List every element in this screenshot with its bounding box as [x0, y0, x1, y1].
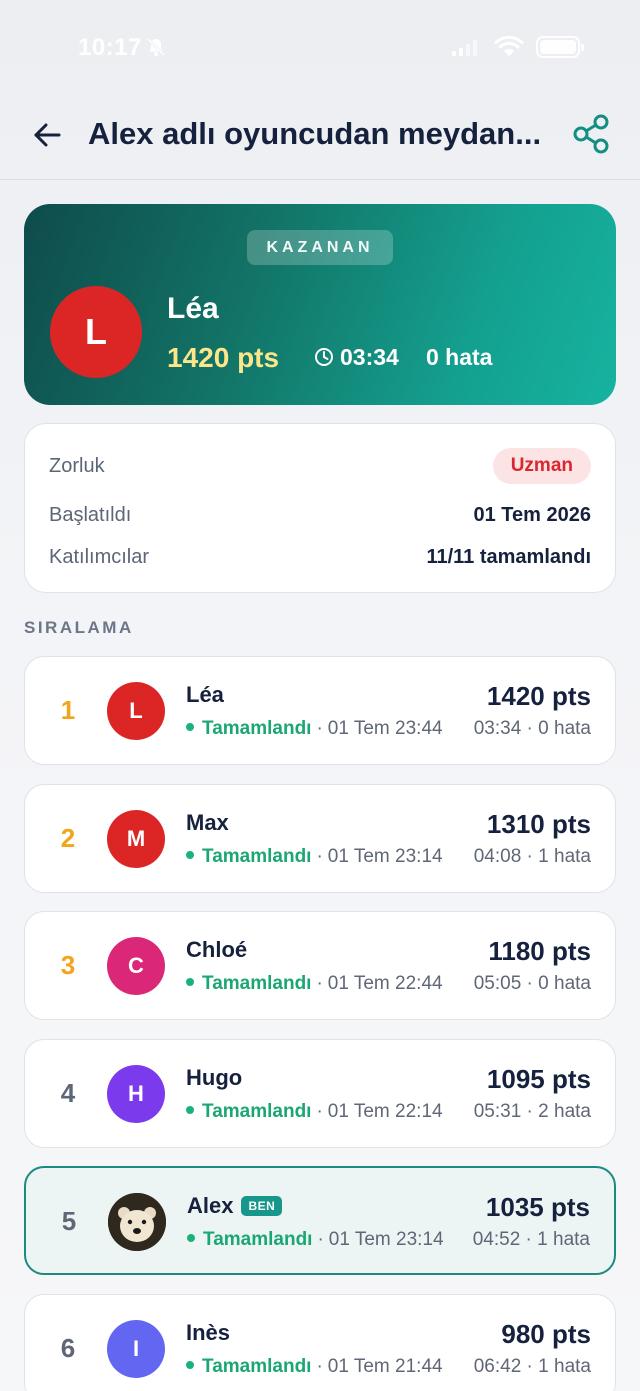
ranking-row[interactable]: 3 C Chloé Tamamlandı · 01 Tem 22:44 1180 p…: [24, 911, 616, 1020]
player-points: 1310 pts: [486, 809, 591, 839]
separator: ·: [316, 1356, 323, 1377]
player-name: Inès: [186, 1320, 231, 1345]
avatar: L: [107, 682, 165, 740]
winner-badge: KAZANAN: [247, 230, 393, 265]
player-points: 1095 pts: [486, 1064, 591, 1094]
player-name: Alex BEN: [187, 1193, 283, 1219]
avatar: M: [107, 810, 165, 868]
status-text: Tamamlandı: [203, 1229, 313, 1250]
started-label: Başlatıldı: [49, 504, 132, 526]
winner-errors: 0 hata: [426, 344, 493, 370]
status-line: Tamamlandı · 01 Tem 22:44: [186, 973, 443, 995]
status-text: Tamamlandı: [202, 718, 312, 739]
separator: ·: [316, 1101, 323, 1122]
completion-date: 01 Tem 23:14: [328, 1229, 444, 1250]
avatar: [108, 1193, 166, 1251]
winner-time: 03:34: [340, 344, 399, 370]
status-dot-icon: [186, 1361, 194, 1369]
rank-number: 5: [61, 1206, 77, 1236]
separator: ·: [316, 973, 323, 994]
difficulty-label: Zorluk: [49, 455, 105, 477]
status-text: Tamamlandı: [202, 973, 312, 994]
ranking-row[interactable]: 4 H Hugo Tamamlandı · 01 Tem 22:14 1095 pt…: [24, 1039, 616, 1148]
time-errors: 05:31 · 2 hata: [473, 1101, 591, 1122]
separator: ·: [316, 718, 323, 739]
ranking-row[interactable]: 1 L Léa Tamamlandı · 01 Tem 23:44 1420 pts…: [24, 656, 616, 765]
winner-avatar: L: [50, 286, 142, 378]
ranking-row-current-user[interactable]: 5 Alex BEN Tamamlandı · 01 Tem 23:14 1035 p…: [24, 1166, 616, 1275]
player-name: Léa: [186, 682, 224, 707]
status-line: Tamamlandı · 01 Tem 23:14: [187, 1229, 444, 1251]
status-dot-icon: [186, 1106, 194, 1114]
winner-name: Léa: [167, 292, 219, 325]
rank-number: 3: [60, 950, 76, 980]
rank-number: 6: [60, 1333, 76, 1363]
status-text: Tamamlandı: [202, 1356, 312, 1377]
wifi-icon: [494, 36, 524, 56]
player-points: 980 pts: [501, 1319, 591, 1349]
participants-label: Katılımcılar: [49, 546, 150, 568]
nav-bar: Alex adlı oyuncudan meydan...: [0, 100, 640, 180]
status-line: Tamamlandı · 01 Tem 22:14: [186, 1101, 443, 1123]
time-errors: 04:52 · 1 hata: [472, 1229, 590, 1250]
rank-number: 4: [60, 1078, 76, 1108]
player-points: 1180 pts: [488, 936, 591, 966]
status-line: Tamamlandı · 01 Tem 23:14: [186, 846, 443, 868]
share-icon[interactable]: [572, 114, 610, 154]
separator: ·: [316, 846, 323, 867]
status-dot-icon: [187, 1234, 195, 1242]
completion-date: 01 Tem 21:44: [327, 1356, 443, 1377]
status-dot-icon: [186, 978, 194, 986]
bell-off-icon: [146, 37, 166, 57]
signal-icon: [452, 40, 477, 56]
time-errors: 04:08 · 1 hata: [473, 846, 591, 867]
ranking-row[interactable]: 2 M Max Tamamlandı · 01 Tem 23:14 1310 pts…: [24, 784, 616, 893]
player-name-text: Alex: [187, 1193, 234, 1218]
player-name: Chloé: [186, 937, 248, 962]
player-points: 1035 pts: [485, 1192, 590, 1222]
back-arrow-icon[interactable]: [30, 118, 64, 152]
status-time: 10:17: [78, 34, 142, 61]
time-errors: 06:42 · 1 hata: [473, 1356, 591, 1377]
avatar: C: [107, 937, 165, 995]
completion-date: 01 Tem 23:14: [327, 846, 443, 867]
rank-number: 2: [60, 823, 76, 853]
player-name: Max: [186, 810, 229, 835]
participants-value: 11/11 tamamlandı: [426, 546, 591, 568]
winner-points: 1420 pts: [167, 342, 280, 373]
status-line: Tamamlandı · 01 Tem 21:44: [186, 1356, 443, 1378]
status-dot-icon: [186, 723, 194, 731]
winner-card: KAZANAN L Léa 1420 pts 03:34 0 hata: [24, 204, 616, 405]
challenge-info-card: Zorluk Uzman Başlatıldı 01 Tem 2026 Katı…: [24, 423, 616, 593]
me-badge: BEN: [241, 1196, 283, 1216]
status-dot-icon: [186, 851, 194, 859]
avatar: H: [107, 1065, 165, 1123]
rank-number: 1: [60, 695, 76, 725]
polar-bear-photo: [108, 1193, 166, 1251]
clock-icon: [315, 348, 333, 366]
completion-date: 01 Tem 22:44: [327, 973, 443, 994]
completion-date: 01 Tem 23:44: [327, 718, 443, 739]
page-title: Alex adlı oyuncudan meydan...: [88, 116, 542, 151]
status-bar: 10:17: [0, 0, 640, 96]
ranking-row[interactable]: 6 I Inès Tamamlandı · 01 Tem 21:44 980 pts…: [24, 1294, 616, 1391]
started-value: 01 Tem 2026: [473, 504, 592, 526]
player-points: 1420 pts: [486, 681, 591, 711]
ranking-heading: SIRALAMA: [24, 618, 134, 637]
time-errors: 03:34 · 0 hata: [473, 718, 591, 739]
status-text: Tamamlandı: [202, 1101, 312, 1122]
player-name: Hugo: [186, 1065, 243, 1090]
avatar: I: [107, 1320, 165, 1378]
battery-icon: [536, 36, 584, 58]
completion-date: 01 Tem 22:14: [327, 1101, 443, 1122]
difficulty-badge: Uzman: [492, 448, 591, 484]
time-errors: 05:05 · 0 hata: [473, 973, 591, 994]
status-text: Tamamlandı: [202, 846, 312, 867]
status-line: Tamamlandı · 01 Tem 23:44: [186, 718, 443, 740]
separator: ·: [317, 1229, 324, 1250]
